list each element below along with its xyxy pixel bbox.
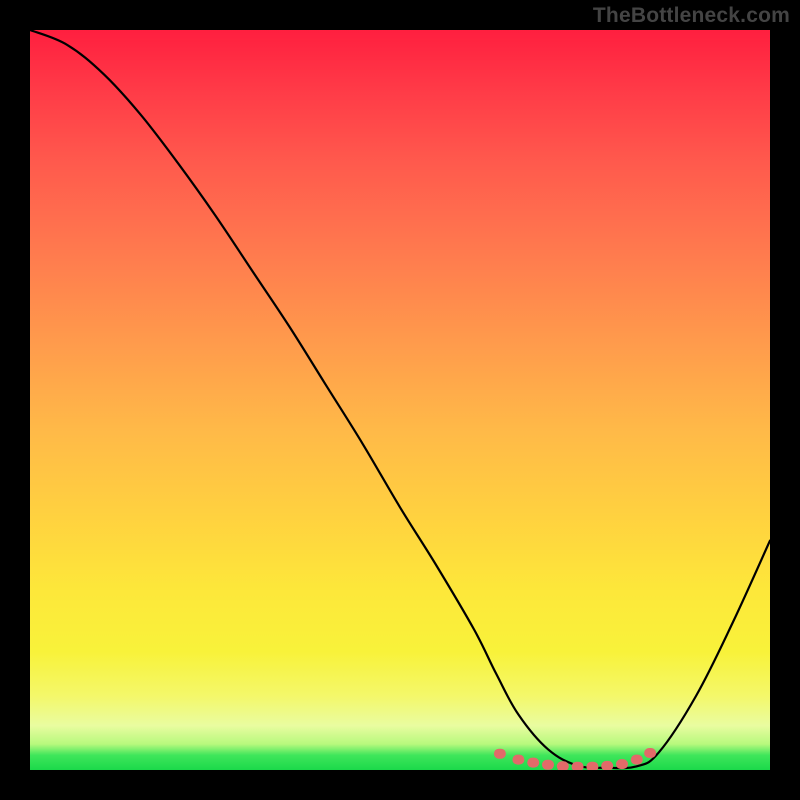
highlight-dot: [557, 761, 569, 770]
highlight-dot: [542, 760, 554, 770]
highlight-dot: [644, 748, 656, 758]
highlight-dot: [512, 755, 524, 765]
highlight-dot: [527, 758, 539, 768]
bottleneck-curve: [30, 30, 770, 768]
watermark-text: TheBottleneck.com: [593, 4, 790, 28]
highlight-dot: [494, 749, 506, 759]
highlight-dot: [601, 761, 613, 770]
plot-area: [30, 30, 770, 770]
highlight-dot: [616, 759, 628, 769]
curve-svg: [30, 30, 770, 770]
highlight-dot: [631, 755, 643, 765]
chart-frame: TheBottleneck.com: [0, 0, 800, 800]
highlight-dot: [572, 762, 584, 770]
highlight-dot: [586, 762, 598, 770]
highlight-dot-group: [494, 748, 656, 770]
